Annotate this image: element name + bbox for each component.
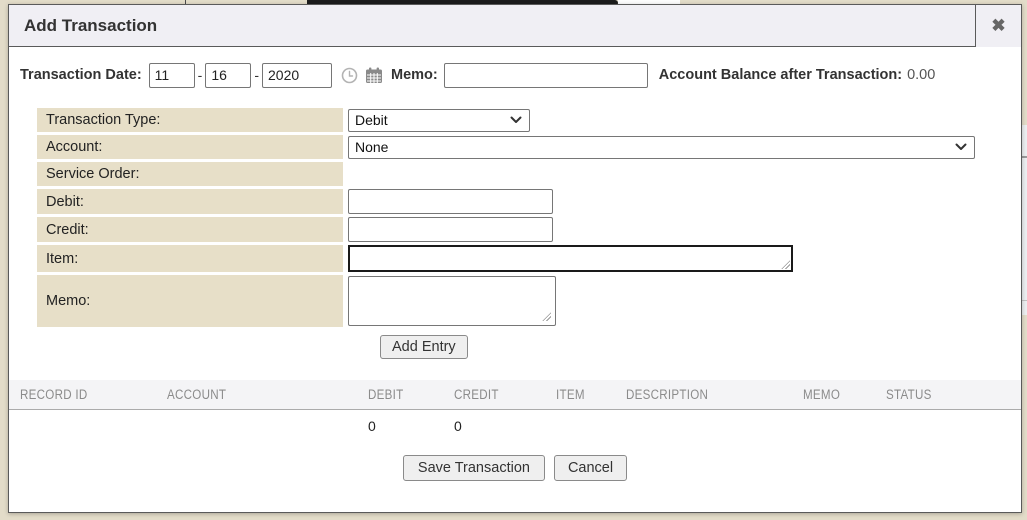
- cell-status: [875, 410, 1021, 443]
- cancel-button[interactable]: Cancel: [554, 455, 627, 481]
- col-status: STATUS: [875, 380, 1021, 410]
- resize-grip-icon[interactable]: [542, 312, 551, 321]
- chevron-down-icon: [955, 143, 967, 151]
- col-item: ITEM: [545, 380, 615, 410]
- account-label: Account:: [37, 135, 343, 159]
- transaction-form: Transaction Type: Debit Account: None: [37, 108, 1009, 359]
- cell-account: [156, 410, 357, 443]
- transaction-type-label: Transaction Type:: [37, 108, 343, 132]
- form-row-item: Item:: [37, 245, 1009, 272]
- add-transaction-dialog: Add Transaction ✖ Transaction Date: - -: [8, 4, 1022, 513]
- entries-table: RECORD ID ACCOUNT DEBIT CREDIT ITEM DESC…: [9, 380, 1021, 442]
- form-row-account: Account: None: [37, 135, 1009, 159]
- add-entry-button[interactable]: Add Entry: [380, 335, 468, 359]
- debit-input[interactable]: [348, 189, 553, 214]
- credit-input[interactable]: [348, 217, 553, 242]
- balance-value: 0.00: [907, 67, 935, 83]
- clock-icon[interactable]: [341, 67, 358, 84]
- cell-memo: [792, 410, 875, 443]
- col-account: ACCOUNT: [156, 380, 357, 410]
- table-row: 0 0: [9, 410, 1021, 443]
- balance-label: Account Balance after Transaction:: [659, 67, 902, 83]
- background-line: [1022, 156, 1027, 158]
- cell-record-id: [9, 410, 156, 443]
- form-row-memo: Memo:: [37, 275, 1009, 327]
- transaction-type-value: Debit: [355, 112, 388, 128]
- col-description: DESCRIPTION: [615, 380, 792, 410]
- date-separator: -: [254, 67, 259, 83]
- col-memo: MEMO: [792, 380, 875, 410]
- form-row-debit: Debit:: [37, 189, 1009, 214]
- account-value: None: [355, 139, 388, 155]
- memo-textarea[interactable]: [348, 276, 556, 326]
- col-record-id: RECORD ID: [9, 380, 156, 410]
- credit-label: Credit:: [37, 217, 343, 242]
- background-page-edge: [1022, 125, 1027, 315]
- col-debit: DEBIT: [357, 380, 443, 410]
- memo-input[interactable]: [444, 63, 648, 88]
- date-month-input[interactable]: [149, 63, 195, 88]
- form-row-transaction-type: Transaction Type: Debit: [37, 108, 1009, 132]
- dialog-footer: Save Transaction Cancel: [9, 455, 1021, 481]
- calendar-icon[interactable]: [365, 67, 383, 84]
- chevron-down-icon: [510, 116, 522, 124]
- resize-grip-icon[interactable]: [781, 260, 790, 269]
- cell-debit: 0: [357, 410, 443, 443]
- col-credit: CREDIT: [443, 380, 545, 410]
- dialog-title: Add Transaction: [9, 16, 157, 36]
- memo-label: Memo:: [391, 67, 438, 83]
- date-day-input[interactable]: [205, 63, 251, 88]
- form-row-service-order: Service Order:: [37, 162, 1009, 186]
- cell-item: [545, 410, 615, 443]
- close-button[interactable]: ✖: [975, 5, 1021, 47]
- close-icon: ✖: [991, 16, 1005, 36]
- debit-label: Debit:: [37, 189, 343, 214]
- background-line: [1022, 300, 1027, 301]
- item-input[interactable]: [348, 245, 793, 272]
- date-year-input[interactable]: [262, 63, 332, 88]
- dialog-header: Add Transaction ✖: [9, 5, 1021, 47]
- date-memo-row: Transaction Date: - - Memo:: [20, 62, 1009, 88]
- account-select[interactable]: None: [348, 136, 975, 159]
- transaction-type-select[interactable]: Debit: [348, 109, 530, 132]
- service-order-label: Service Order:: [37, 162, 343, 186]
- cell-credit: 0: [443, 410, 545, 443]
- memo-field-label: Memo:: [37, 275, 343, 327]
- table-header-row: RECORD ID ACCOUNT DEBIT CREDIT ITEM DESC…: [9, 380, 1021, 410]
- cell-description: [615, 410, 792, 443]
- save-transaction-button[interactable]: Save Transaction: [403, 455, 545, 481]
- form-row-credit: Credit:: [37, 217, 1009, 242]
- date-separator: -: [198, 67, 203, 83]
- item-label: Item:: [37, 245, 343, 272]
- transaction-date-label: Transaction Date:: [20, 67, 142, 83]
